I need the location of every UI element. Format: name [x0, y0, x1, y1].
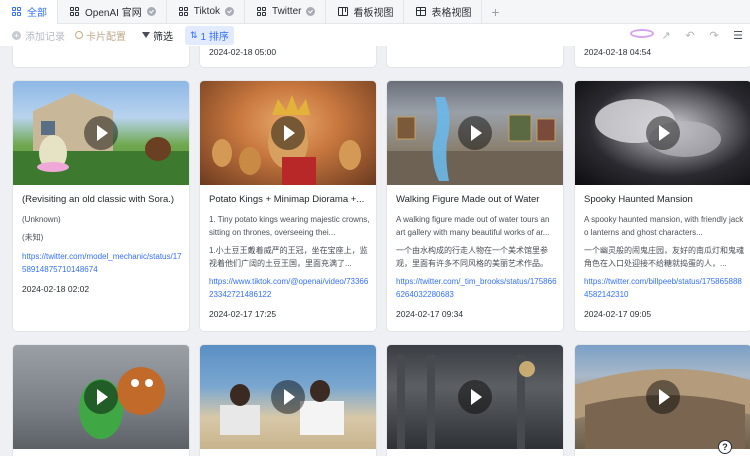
video-thumbnail[interactable] — [575, 345, 750, 449]
tab-table[interactable]: 表格视图 — [404, 0, 483, 24]
gallery-card[interactable]: Walking Figure Made out of Water A walki… — [386, 80, 564, 332]
grid-icon — [178, 6, 189, 17]
video-thumbnail[interactable] — [200, 345, 376, 449]
play-icon[interactable] — [84, 116, 118, 150]
card-link[interactable]: https://twitter.com/model_mechanic/statu… — [22, 250, 183, 276]
add-record-button[interactable]: + 添加记录 — [12, 28, 65, 43]
shield-icon — [146, 7, 156, 16]
grid-icon — [257, 6, 267, 17]
card-description-cn: 1.小土豆王戴着威严的王冠，坐在宝座上，监视着他们广阔的土豆王国，里面充满了..… — [209, 246, 368, 268]
redo-icon[interactable]: ↷ — [702, 29, 726, 42]
card-description: 1. Tiny potato kings wearing majestic cr… — [209, 215, 370, 237]
gallery-card[interactable]: Spooky Haunted Mansion A spooky haunted … — [574, 80, 750, 332]
toolbar-actions: ↗ ↶ ↷ ☰ — [630, 24, 750, 46]
card-description: A walking figure made out of water tours… — [396, 215, 550, 237]
sort-icon: ⇅ — [190, 29, 198, 40]
card-date: 2024-02-18 02:02 — [22, 284, 90, 294]
tab-label: 看板视图 — [353, 8, 394, 19]
video-thumbnail[interactable] — [575, 81, 750, 185]
grid-icon — [12, 6, 22, 17]
play-icon[interactable] — [271, 116, 305, 150]
card-date: 2024-02-17 09:34 — [396, 309, 464, 319]
undo-icon[interactable]: ↶ — [678, 29, 702, 42]
gallery-card[interactable]: (Revisiting an old classic with Sora.) (… — [12, 80, 190, 332]
card-date: 2024-02-18 04:54 — [584, 47, 652, 57]
card-title: Potato Kings + Minimap Diorama +... — [209, 194, 365, 205]
card-description-cn: (未知) — [22, 233, 44, 242]
tab-tiktok[interactable]: Tiktok — [167, 0, 246, 24]
tab-label: 表格视图 — [431, 8, 472, 19]
play-icon[interactable] — [646, 380, 680, 414]
tab-twitter[interactable]: Twitter — [245, 0, 327, 24]
card-description-cn: 一个由水构成的行走人物在一个美术馆里参观，里面有许多不同风格的美丽艺术作品。 — [396, 246, 548, 268]
tab-openai[interactable]: OpenAI 官网 — [58, 0, 167, 24]
view-tab-bar: 全部 OpenAI 官网 Tiktok Twitter 看板视图 表格视图 + — [0, 0, 750, 24]
tab-label: Tiktok — [193, 6, 221, 17]
shield-icon — [225, 7, 235, 16]
card-date: 2024-02-17 09:05 — [584, 309, 652, 319]
help-icon[interactable]: ? — [718, 440, 732, 454]
settings-icon — [75, 31, 83, 39]
filter-icon — [142, 32, 150, 38]
video-thumbnail[interactable] — [200, 81, 376, 185]
play-icon[interactable] — [458, 380, 492, 414]
play-icon[interactable] — [84, 380, 118, 414]
video-thumbnail[interactable] — [13, 345, 189, 449]
kanban-icon — [338, 6, 349, 17]
card-description: (Unknown) — [22, 215, 61, 224]
gallery-card[interactable]: 2024-02-18 04:54 — [574, 46, 750, 68]
add-view-button[interactable]: + — [482, 4, 508, 20]
gallery-card[interactable] — [12, 46, 190, 68]
filter-button[interactable]: 筛选 — [138, 26, 177, 45]
card-link[interactable]: https://twitter.com/_tim_brooks/status/1… — [396, 275, 557, 301]
card-config-button[interactable]: 卡片配置 — [75, 28, 126, 43]
gallery-card[interactable]: 2024-02-18 05:00 — [199, 46, 377, 68]
sort-button[interactable]: ⇅ 1 排序 — [185, 25, 234, 45]
plus-circle-icon: + — [12, 30, 21, 40]
gallery-card[interactable] — [386, 344, 564, 456]
gallery-card[interactable] — [386, 46, 564, 68]
tab-label: Twitter — [272, 6, 302, 17]
card-link[interactable]: https://www.tiktok.com/@openai/video/733… — [209, 275, 370, 301]
card-title: Spooky Haunted Mansion — [584, 194, 693, 205]
play-icon[interactable] — [271, 380, 305, 414]
card-date: 2024-02-18 05:00 — [209, 47, 277, 57]
card-link[interactable]: https://twitter.com/billpeeb/status/1758… — [584, 275, 745, 301]
gallery-card[interactable] — [199, 344, 377, 456]
gallery-card[interactable] — [12, 344, 190, 456]
video-thumbnail[interactable] — [387, 345, 563, 449]
tab-kanban[interactable]: 看板视图 — [326, 0, 405, 24]
gallery-card[interactable]: Potato Kings + Minimap Diorama +... 1. T… — [199, 80, 377, 332]
play-icon[interactable] — [646, 116, 680, 150]
tab-label: 全部 — [27, 8, 47, 19]
view-toolbar: + 添加记录 卡片配置 筛选 ⇅ 1 排序 ↗ ↶ ↷ ☰ — [0, 24, 750, 46]
video-thumbnail[interactable] — [387, 81, 563, 185]
tab-label: OpenAI 官网 — [85, 8, 142, 19]
card-description: A spooky haunted mansion, with friendly … — [584, 215, 744, 237]
video-thumbnail[interactable] — [13, 81, 189, 185]
sort-label: 1 排序 — [200, 31, 229, 43]
grid-icon — [70, 6, 80, 17]
palette-icon[interactable] — [630, 29, 654, 41]
expand-icon[interactable]: ☰ — [726, 29, 750, 42]
tab-all[interactable]: 全部 — [0, 0, 58, 24]
card-description-cn: 一个幽灵般的闹鬼庄园，友好的南瓜灯和鬼魂角色在入口处迎接不给糖就捣蛋的人，... — [584, 246, 744, 268]
card-config-label: 卡片配置 — [86, 31, 126, 43]
shield-icon — [306, 7, 316, 16]
card-title: Walking Figure Made out of Water — [396, 194, 540, 205]
share-icon[interactable]: ↗ — [654, 29, 678, 42]
card-date: 2024-02-17 17:25 — [209, 309, 277, 319]
card-title: (Revisiting an old classic with Sora.) — [22, 194, 175, 205]
table-icon — [416, 6, 427, 17]
filter-label: 筛选 — [153, 31, 173, 43]
card-gallery: 2024-02-18 05:00 2024-02-18 04:54 (Revis… — [0, 46, 750, 456]
add-record-label: 添加记录 — [25, 31, 65, 43]
play-icon[interactable] — [458, 116, 492, 150]
